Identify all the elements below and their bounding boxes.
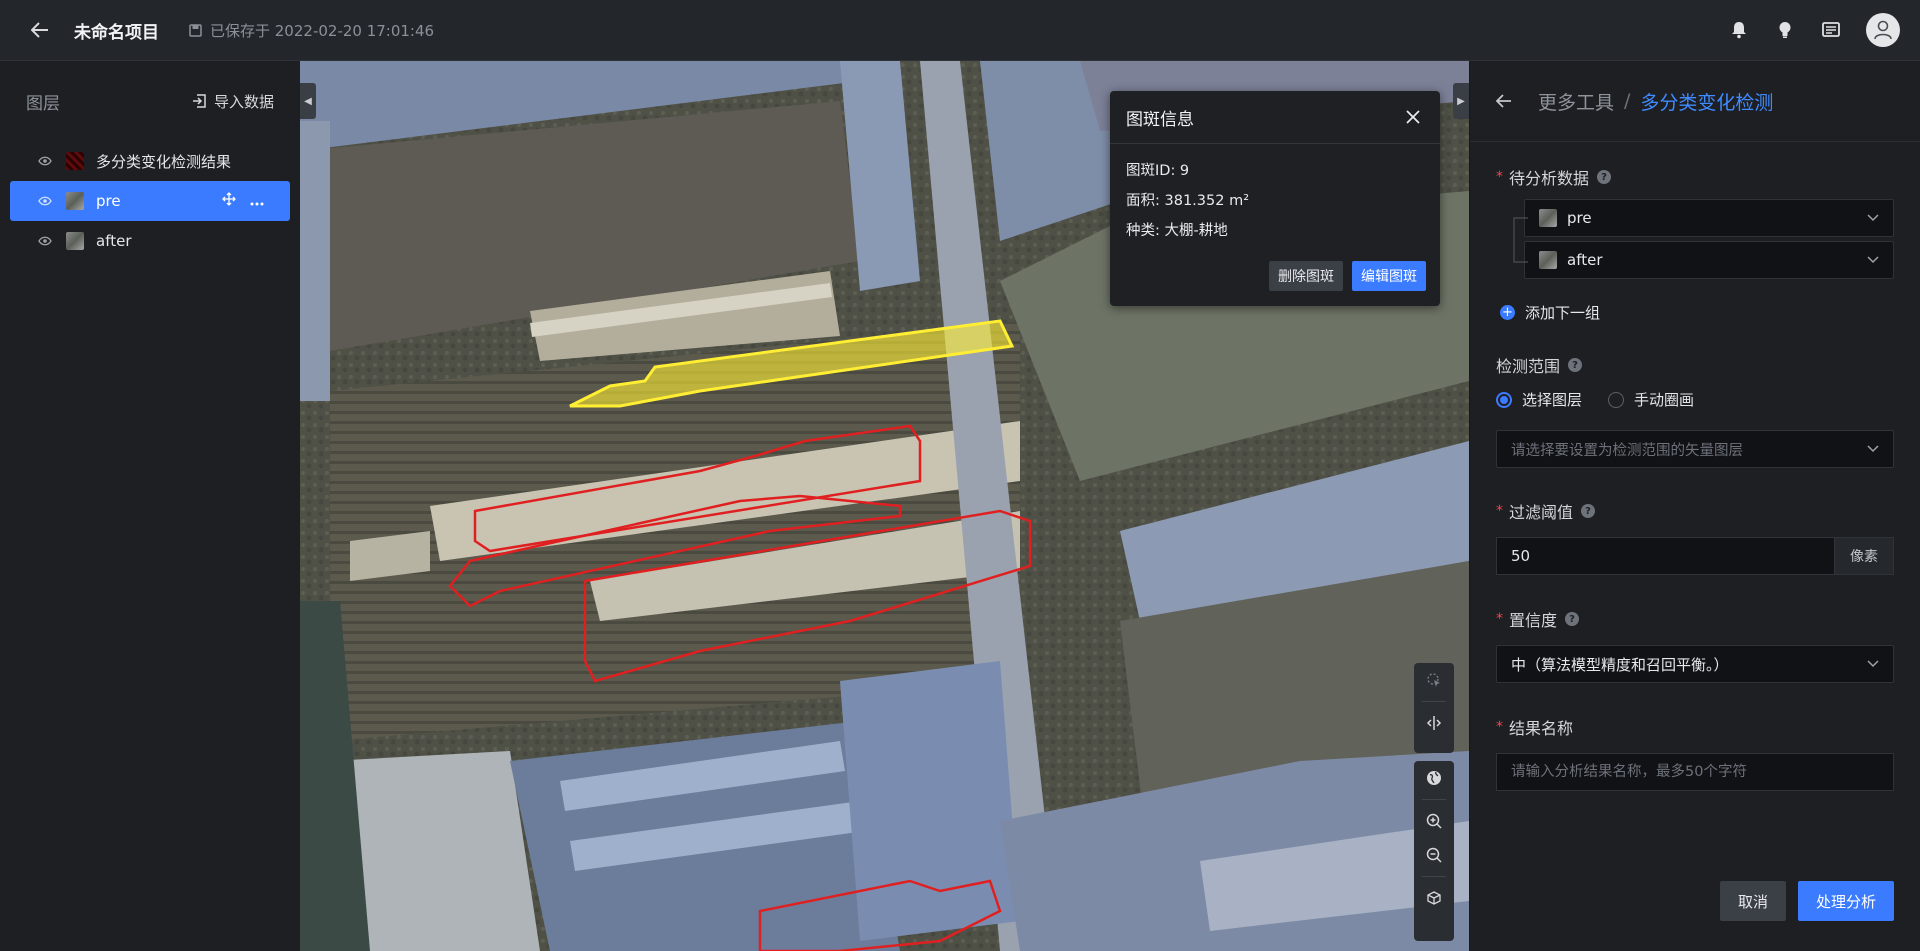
- import-icon: [192, 94, 206, 108]
- layer-thumbnail: [66, 232, 84, 250]
- select-tool-icon[interactable]: [1414, 663, 1454, 697]
- result-name-label: * 结果名称: [1496, 719, 1574, 738]
- data-select-after[interactable]: after: [1524, 241, 1894, 279]
- radio-manual-draw[interactable]: 手动圈画: [1608, 389, 1694, 410]
- top-bar: 未命名项目 已保存于 2022-02-20 17:01:46: [0, 0, 1920, 61]
- import-label: 导入数据: [213, 92, 274, 111]
- map-tools-group-2: [1414, 761, 1454, 941]
- help-icon: ?: [1565, 612, 1580, 626]
- range-label: 检测范围?: [1496, 353, 1894, 377]
- eye-icon[interactable]: [38, 234, 54, 248]
- layer-name: 多分类变化检测结果: [96, 152, 232, 171]
- confidence-label: * 置信度?: [1496, 607, 1894, 631]
- chevron-down-icon: [1867, 660, 1879, 668]
- process-analysis-button[interactable]: 处理分析: [1797, 881, 1894, 921]
- breadcrumb-parent[interactable]: 更多工具: [1538, 88, 1614, 115]
- popup-title: 图斑信息: [1126, 109, 1194, 130]
- close-icon[interactable]: [1402, 106, 1424, 128]
- breadcrumb-current: 多分类变化检测: [1640, 91, 1774, 114]
- import-data-button[interactable]: 导入数据: [192, 91, 274, 112]
- layer-item-after[interactable]: after: [10, 221, 290, 261]
- back-arrow-icon[interactable]: [1496, 91, 1516, 111]
- patch-area: 面积: 381.352 m²: [1126, 193, 1250, 209]
- bell-icon[interactable]: [1728, 19, 1750, 41]
- message-icon[interactable]: [1820, 19, 1842, 41]
- bulb-icon[interactable]: [1774, 19, 1796, 41]
- patch-class: 种类: 大棚-耕地: [1126, 223, 1228, 239]
- patch-id: 图斑ID: 9: [1126, 163, 1190, 179]
- save-icon: [189, 23, 202, 37]
- help-icon: ?: [1568, 358, 1583, 372]
- range-layer-select[interactable]: 请选择要设置为检测范围的矢量图层: [1496, 430, 1894, 468]
- threshold-input-group: 像素: [1496, 537, 1894, 575]
- chevron-down-icon: [1867, 256, 1879, 264]
- breadcrumb-separator: /: [1624, 90, 1631, 112]
- chevron-down-icon: [1867, 214, 1879, 222]
- layer-thumbnail: [66, 192, 84, 210]
- add-group-button[interactable]: + 添加下一组: [1500, 302, 1894, 323]
- layer-name: after: [96, 232, 132, 250]
- result-name-input[interactable]: [1496, 753, 1894, 791]
- radio-select-layer[interactable]: 选择图层: [1496, 389, 1582, 410]
- data-select-pre[interactable]: pre: [1524, 199, 1894, 237]
- plus-icon: +: [1500, 305, 1515, 320]
- patch-info-popup: 图斑信息 图斑ID: 9 面积: 381.352 m² 种类: 大棚-耕地 删除…: [1110, 91, 1440, 306]
- eye-icon[interactable]: [38, 194, 54, 208]
- 3d-view-icon[interactable]: [1414, 881, 1454, 915]
- save-status-text: 已保存于 2022-02-20 17:01:46: [210, 21, 435, 40]
- collapse-left-button[interactable]: ◀: [300, 83, 316, 119]
- globe-icon[interactable]: [1414, 761, 1454, 795]
- help-icon: ?: [1581, 504, 1596, 518]
- chevron-down-icon: [1867, 445, 1879, 453]
- threshold-label: * 过滤阈值?: [1496, 499, 1894, 523]
- edit-patch-button[interactable]: 编辑图斑: [1352, 261, 1426, 291]
- confidence-select[interactable]: 中（算法模型精度和召回平衡。）: [1496, 645, 1894, 683]
- user-avatar[interactable]: [1866, 13, 1900, 47]
- tool-panel: 更多工具 / 多分类变化检测 * 待分析数据? pre after + 添加下一组 …: [1470, 61, 1920, 951]
- zoom-out-icon[interactable]: [1414, 838, 1454, 872]
- move-icon[interactable]: [222, 192, 236, 210]
- layers-panel: 图层 导入数据 多分类变化检测结果 pre after: [0, 61, 301, 951]
- collapse-right-button[interactable]: ▶: [1453, 83, 1469, 119]
- layer-name: pre: [96, 192, 121, 210]
- group-bracket: [1513, 217, 1528, 263]
- map-tools-group-1: [1414, 663, 1454, 753]
- split-compare-icon[interactable]: [1414, 706, 1454, 740]
- layer-thumbnail: [66, 152, 84, 170]
- threshold-unit: 像素: [1834, 537, 1894, 575]
- layer-item-pre[interactable]: pre: [10, 181, 290, 221]
- user-icon: [1874, 20, 1892, 40]
- delete-patch-button[interactable]: 删除图斑: [1269, 261, 1343, 291]
- help-icon: ?: [1597, 170, 1612, 184]
- layers-title: 图层: [26, 93, 60, 114]
- data-label: * 待分析数据?: [1496, 165, 1894, 189]
- project-title: 未命名项目: [74, 22, 159, 43]
- map-canvas[interactable]: ◀ ▶ 图斑信息 图斑ID: 9 面积: 381.352 m² 种类: 大棚-耕…: [300, 61, 1469, 951]
- save-status: 已保存于 2022-02-20 17:01:46: [189, 20, 434, 41]
- layer-item-result[interactable]: 多分类变化检测结果: [10, 141, 290, 181]
- zoom-in-icon[interactable]: [1414, 804, 1454, 838]
- more-icon[interactable]: [250, 192, 264, 210]
- back-arrow-icon[interactable]: [28, 18, 52, 42]
- eye-icon[interactable]: [38, 154, 54, 168]
- threshold-input[interactable]: [1496, 537, 1834, 575]
- cancel-button[interactable]: 取消: [1719, 881, 1786, 921]
